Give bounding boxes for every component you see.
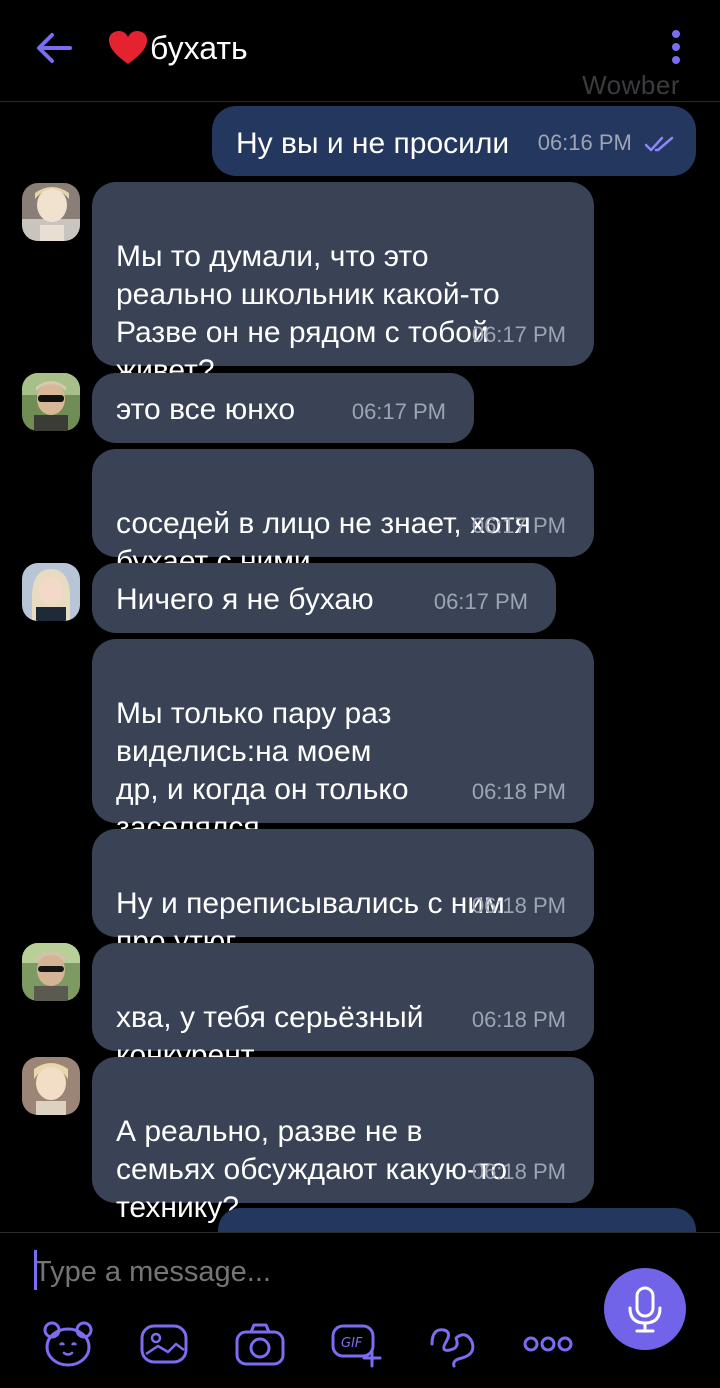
doodle-icon <box>430 1328 475 1368</box>
message-bubble-incoming[interactable]: хва, у тебя серьёзный конкурент 06:18 PM <box>92 943 594 1072</box>
message-bubble-incoming[interactable]: Мы то думали, что это реально школьник к… <box>92 182 594 387</box>
arrow-left-icon <box>37 33 72 63</box>
chat-title-text: бухать <box>150 30 248 66</box>
avatar[interactable] <box>22 943 80 1001</box>
avatar-image <box>22 943 80 1001</box>
gif-button[interactable]: GIF <box>330 1320 382 1368</box>
message-bubble-incoming[interactable]: Ну и переписывались с ним про утюг 06:18… <box>92 829 594 958</box>
avatar-image <box>22 183 80 241</box>
message-bubble-incoming[interactable]: Мы только пару раз виделись:на моем др, … <box>92 639 594 844</box>
back-button[interactable] <box>30 26 78 70</box>
message-timestamp: 06:18 PM <box>471 1159 566 1184</box>
voice-message-button[interactable] <box>604 1268 686 1350</box>
message-bubble-incoming[interactable]: это все юнхо 06:17 PM <box>92 373 474 443</box>
chat-header: бухать Wowber <box>0 0 720 102</box>
text-caret <box>34 1250 37 1290</box>
message-timestamp: 06:16 PM <box>537 130 632 155</box>
message-timestamp: 06:17 PM <box>471 322 566 347</box>
camera-icon <box>235 1323 285 1366</box>
message-time: 06:16 PM <box>538 124 676 162</box>
avatar-image <box>22 373 80 431</box>
chat-title[interactable]: бухать <box>108 28 248 68</box>
message-bubble-outgoing[interactable]: Ну вы и не просили 06:16 PM <box>212 106 696 176</box>
avatar[interactable] <box>22 183 80 241</box>
avatar[interactable] <box>22 1057 80 1115</box>
gif-icon: GIF <box>331 1324 382 1368</box>
message-bubble-incoming[interactable]: соседей в лицо не знает, хотя бухает с н… <box>92 449 594 578</box>
bear-sticker-icon <box>43 1321 93 1367</box>
heart-icon <box>109 31 147 64</box>
stickers-button[interactable] <box>42 1320 94 1368</box>
camera-button[interactable] <box>234 1320 286 1368</box>
avatar-image <box>22 563 80 621</box>
watermark: Wowber <box>582 70 680 100</box>
message-text: Мы только пару раз виделись:на моем др, … <box>116 697 409 844</box>
message-timestamp: 06:17 PM <box>433 589 528 614</box>
avatar[interactable] <box>22 373 80 431</box>
gallery-icon <box>140 1324 188 1364</box>
message-bubble-incoming[interactable]: Ничего я не бухаю 06:17 PM <box>92 563 556 633</box>
doodle-button[interactable] <box>426 1320 478 1368</box>
gallery-button[interactable] <box>138 1320 190 1368</box>
double-check-icon <box>644 136 674 152</box>
message-timestamp: 06:18 PM <box>471 779 566 804</box>
message-input[interactable] <box>34 1250 574 1294</box>
message-timestamp: 06:18 PM <box>471 1007 566 1032</box>
message-timestamp: 06:17 PM <box>471 513 566 538</box>
message-timestamp: 06:17 PM <box>351 399 446 424</box>
more-menu-button[interactable] <box>664 28 688 68</box>
message-bubble-incoming[interactable]: А реально, разве не в семьях обсуждают к… <box>92 1057 594 1224</box>
more-vertical-icon <box>672 30 680 64</box>
message-timestamp: 06:18 PM <box>471 893 566 918</box>
avatar[interactable] <box>22 563 80 621</box>
svg-text:GIF: GIF <box>341 1336 363 1351</box>
avatar-image <box>22 1057 80 1115</box>
microphone-icon <box>628 1286 662 1333</box>
more-horizontal-icon <box>523 1336 573 1352</box>
more-options-button[interactable] <box>522 1320 574 1368</box>
message-text: Мы то думали, что это реально школьник к… <box>116 240 500 387</box>
